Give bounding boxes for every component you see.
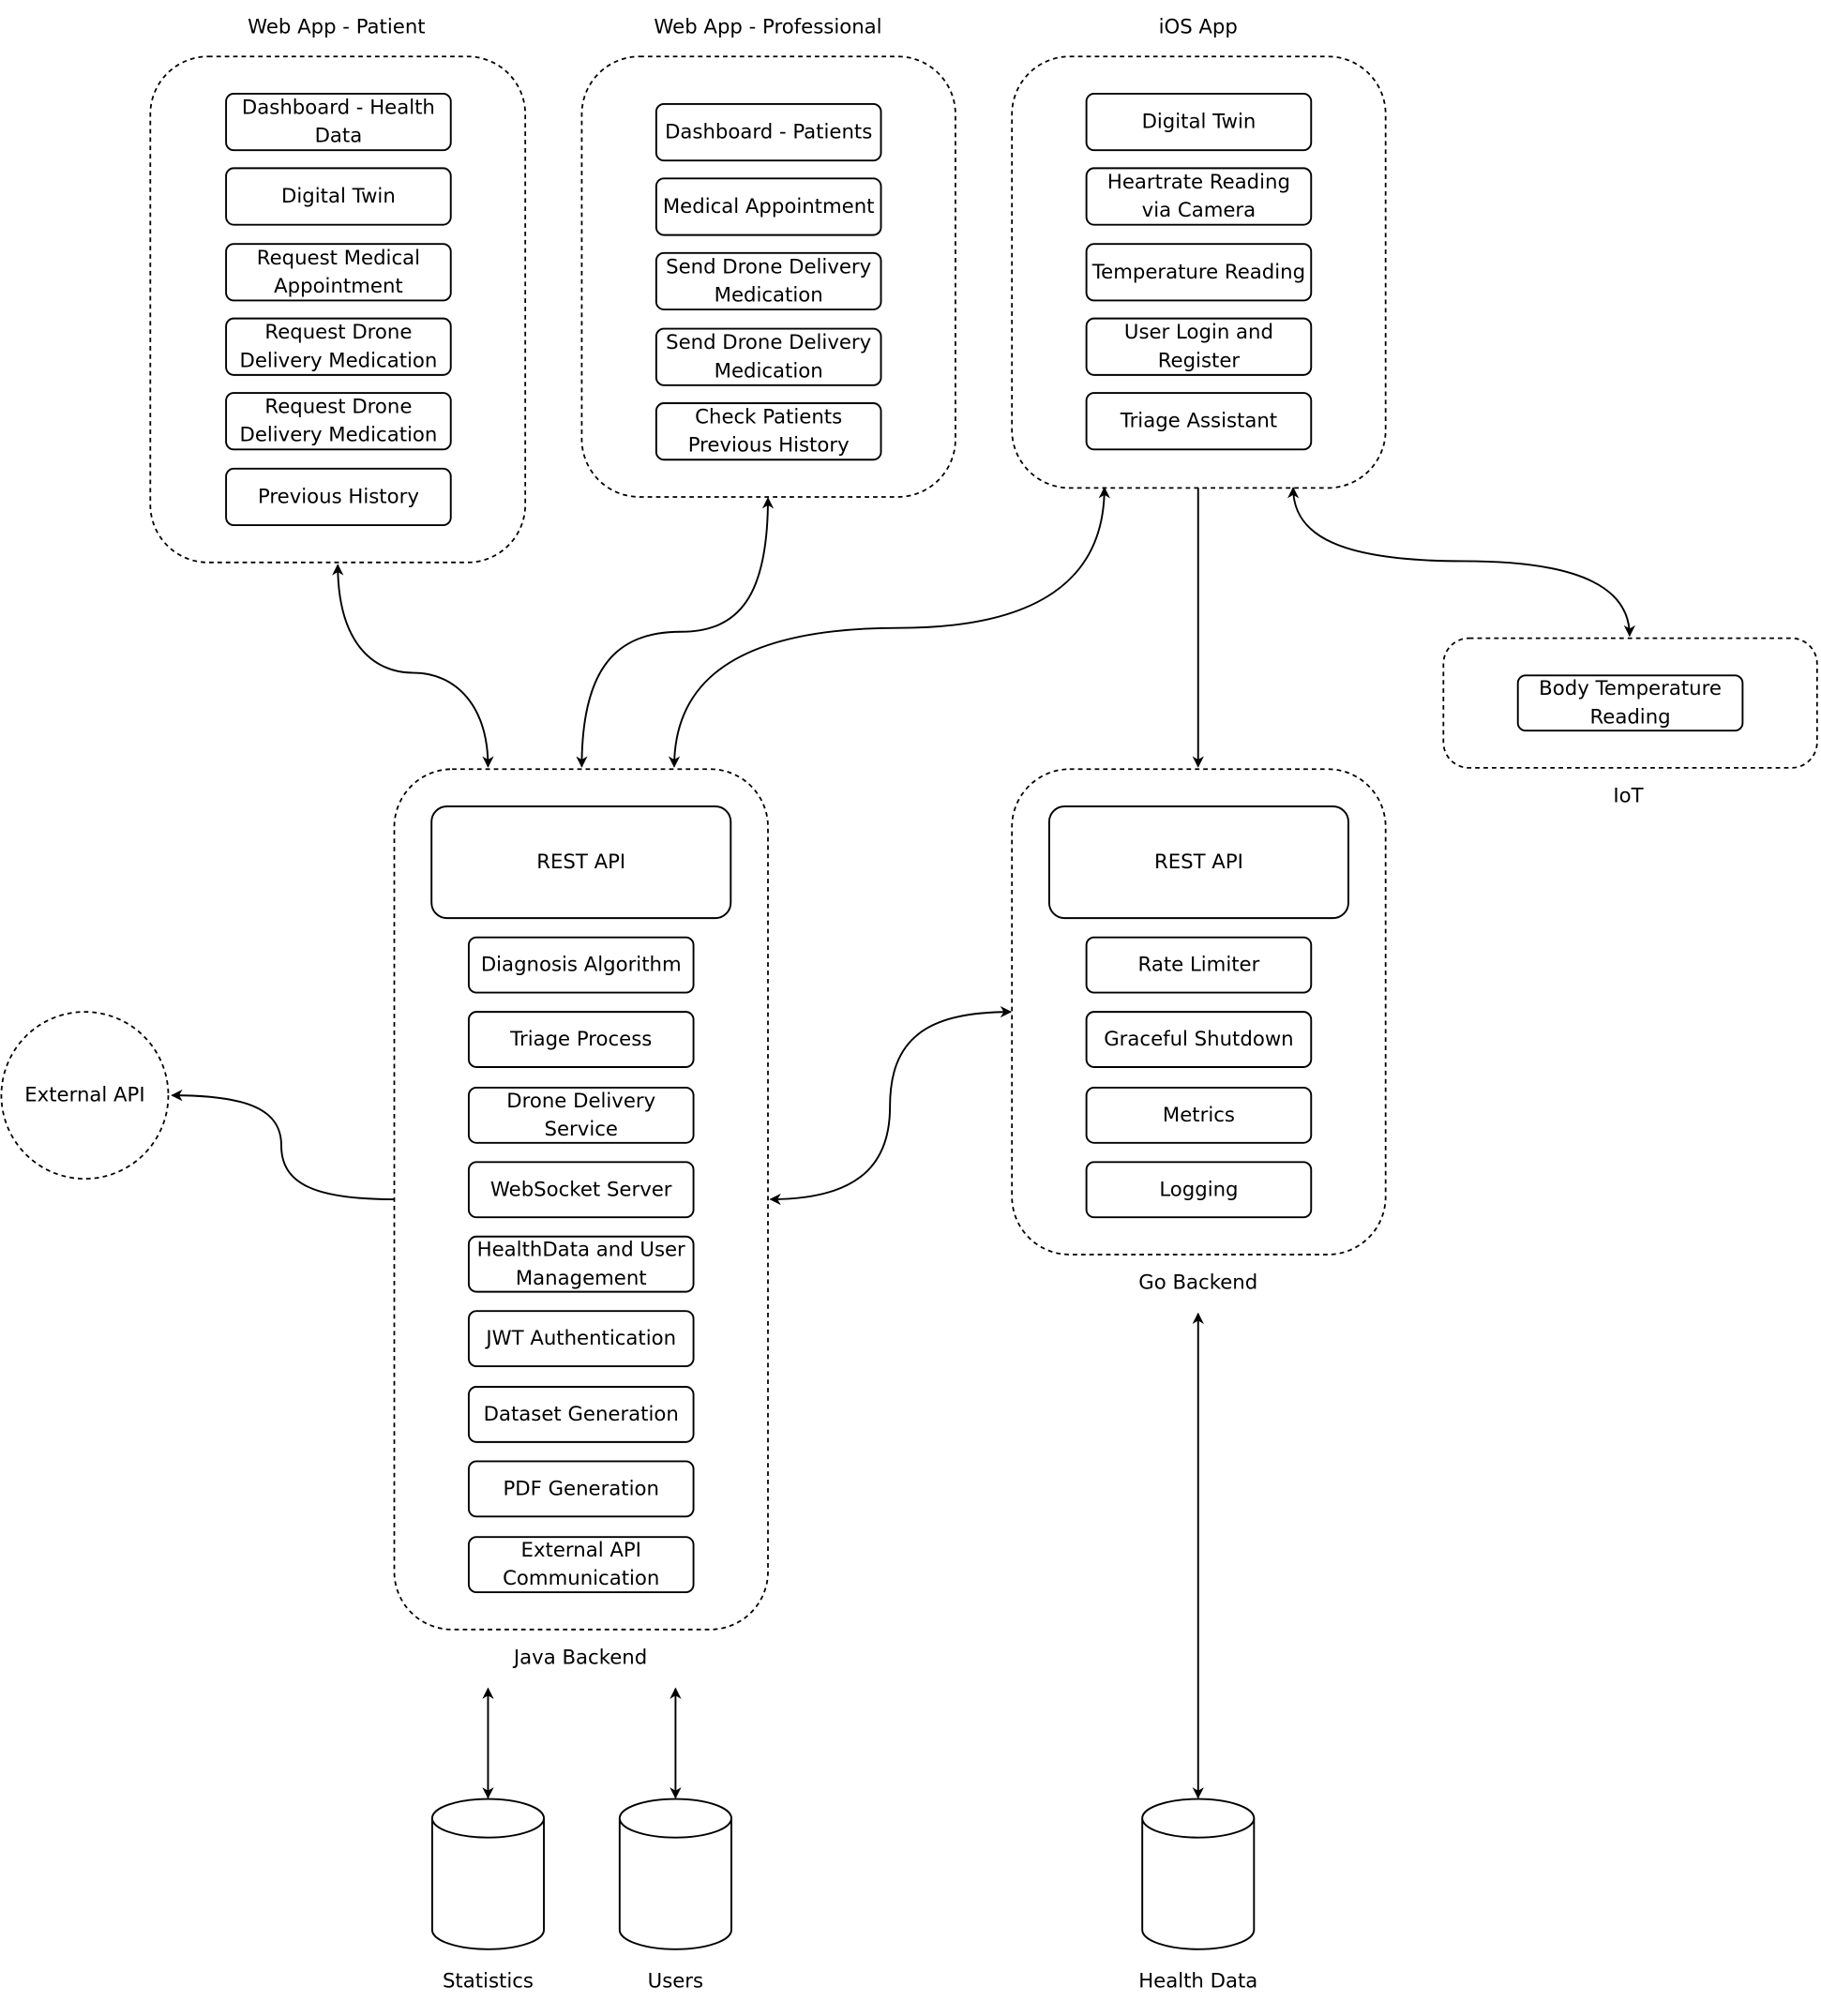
database-label: Users [648,1970,703,1993]
patient-component-label-line: Request Medical [257,247,420,270]
java-rest-api-label: REST API [536,850,625,874]
patient-component-label-line: Delivery Medication [239,424,437,447]
go-component-label: Graceful Shutdown [1104,1028,1293,1051]
go-component-label: Logging [1159,1178,1238,1201]
database-label: Statistics [443,1970,534,1993]
ios-component-label-line: Digital Twin [1142,111,1257,134]
java-component-label-line: WebSocket Server [490,1178,672,1201]
professional-component-label-line: Medication [715,283,823,307]
java-component-label-line: Service [545,1118,618,1141]
database-icon[interactable] [618,1798,732,1950]
connections [171,487,1636,1799]
professional-component-label-line: Check Patients [695,406,842,429]
java-component-label: WebSocket Server [490,1178,672,1201]
professional-component-label: Medical Appointment [663,195,875,218]
java-component-label: JWT Authentication [484,1327,676,1350]
ios-component-label-line: via Camera [1142,199,1256,222]
java-component-label-line: Communication [503,1567,659,1590]
patient-component-label-line: Data [315,125,363,148]
database-icon[interactable] [430,1798,545,1950]
ios-component-label-line: Triage Assistant [1120,410,1277,433]
java-go-edge [769,1005,1013,1206]
java-component-label-line: Triage Process [509,1028,652,1051]
professional-component-label-line: Medical Appointment [663,195,875,218]
java-component-label-line: Diagnosis Algorithm [481,954,682,977]
professional-component-label-line: Medication [715,359,823,383]
professional-component-label: Dashboard - Patients [665,121,872,144]
go-rest-api-label: REST API [1154,850,1243,874]
patient-component-label-line: Delivery Medication [239,349,437,372]
java-component-label-line: Dataset Generation [484,1403,679,1426]
patient-component-label: Previous History [258,485,419,508]
go-component-label: Rate Limiter [1138,954,1260,977]
ios-component-label: Triage Assistant [1120,410,1277,433]
go-component-label-line: Logging [1159,1178,1238,1201]
java-component-label-line: External API [521,1539,641,1562]
architecture-diagram: Web App - Patient Dashboard - Health Data D… [0,15,1818,1993]
iot-group-title: IoT [1613,785,1644,808]
go-component-label: Metrics [1163,1104,1235,1127]
ios-component-label-line: User Login and [1124,321,1273,344]
professional-group-title: Web App - Professional [654,15,881,38]
java-external-edge [171,1089,395,1201]
ios-iot-edge [1287,487,1636,638]
external-api-label: External API [24,1084,144,1107]
go-component-label-line: Rate Limiter [1138,954,1260,977]
professional-component-label-line: Previous History [688,434,850,458]
ios-group-title: iOS App [1159,15,1238,38]
java-group-title: Java Backend [512,1646,647,1669]
java-component-label: Diagnosis Algorithm [481,954,682,977]
ios-component-label-line: Register [1158,349,1241,372]
patient-component-label-line: Appointment [274,275,403,298]
go-component-label-line: Graceful Shutdown [1104,1028,1293,1051]
java-component-label: PDF Generation [504,1477,659,1500]
ios-component-label: Digital Twin [1142,111,1257,134]
ios-component-label-line: Temperature Reading [1091,261,1305,284]
ios-component-label-line: Heartrate Reading [1107,171,1290,194]
java-component-label: Dataset Generation [484,1403,679,1426]
professional-component-label-line: Dashboard - Patients [665,121,872,144]
java-component-label: Triage Process [509,1028,652,1051]
patient-component-label-line: Request Drone [264,321,412,344]
patient-component-label: Digital Twin [281,185,396,208]
ios-component-label: Temperature Reading [1091,261,1305,284]
patient-group-title: Web App - Patient [248,15,426,38]
nodes: Web App - Patient Dashboard - Health Data D… [0,15,1818,1993]
go-group-title: Go Backend [1138,1271,1257,1295]
patient-java-edge [332,564,494,768]
java-component-label-line: HealthData and User [477,1239,685,1262]
database-label: Health Data [1138,1970,1257,1993]
professional-component-label-line: Send Drone Delivery [666,255,871,278]
java-component-label-line: PDF Generation [504,1477,659,1500]
patient-component-label-line: Digital Twin [281,185,396,208]
professional-java-edge [576,497,775,768]
database-icon[interactable] [1141,1798,1256,1950]
java-component-label-line: Drone Delivery [506,1090,655,1113]
go-component-label-line: Metrics [1163,1104,1235,1127]
ios-java-edge [668,487,1110,768]
iot-component-label-line: Body Temperature [1539,677,1722,700]
professional-component-label-line: Send Drone Delivery [666,331,871,354]
iot-component-label-line: Reading [1589,705,1670,729]
patient-component-label-line: Dashboard - Health [242,97,435,120]
patient-component-label-line: Request Drone [264,396,412,419]
java-component-label-line: Management [516,1267,647,1290]
java-component-label-line: JWT Authentication [484,1327,676,1350]
patient-component-label-line: Previous History [258,485,419,508]
